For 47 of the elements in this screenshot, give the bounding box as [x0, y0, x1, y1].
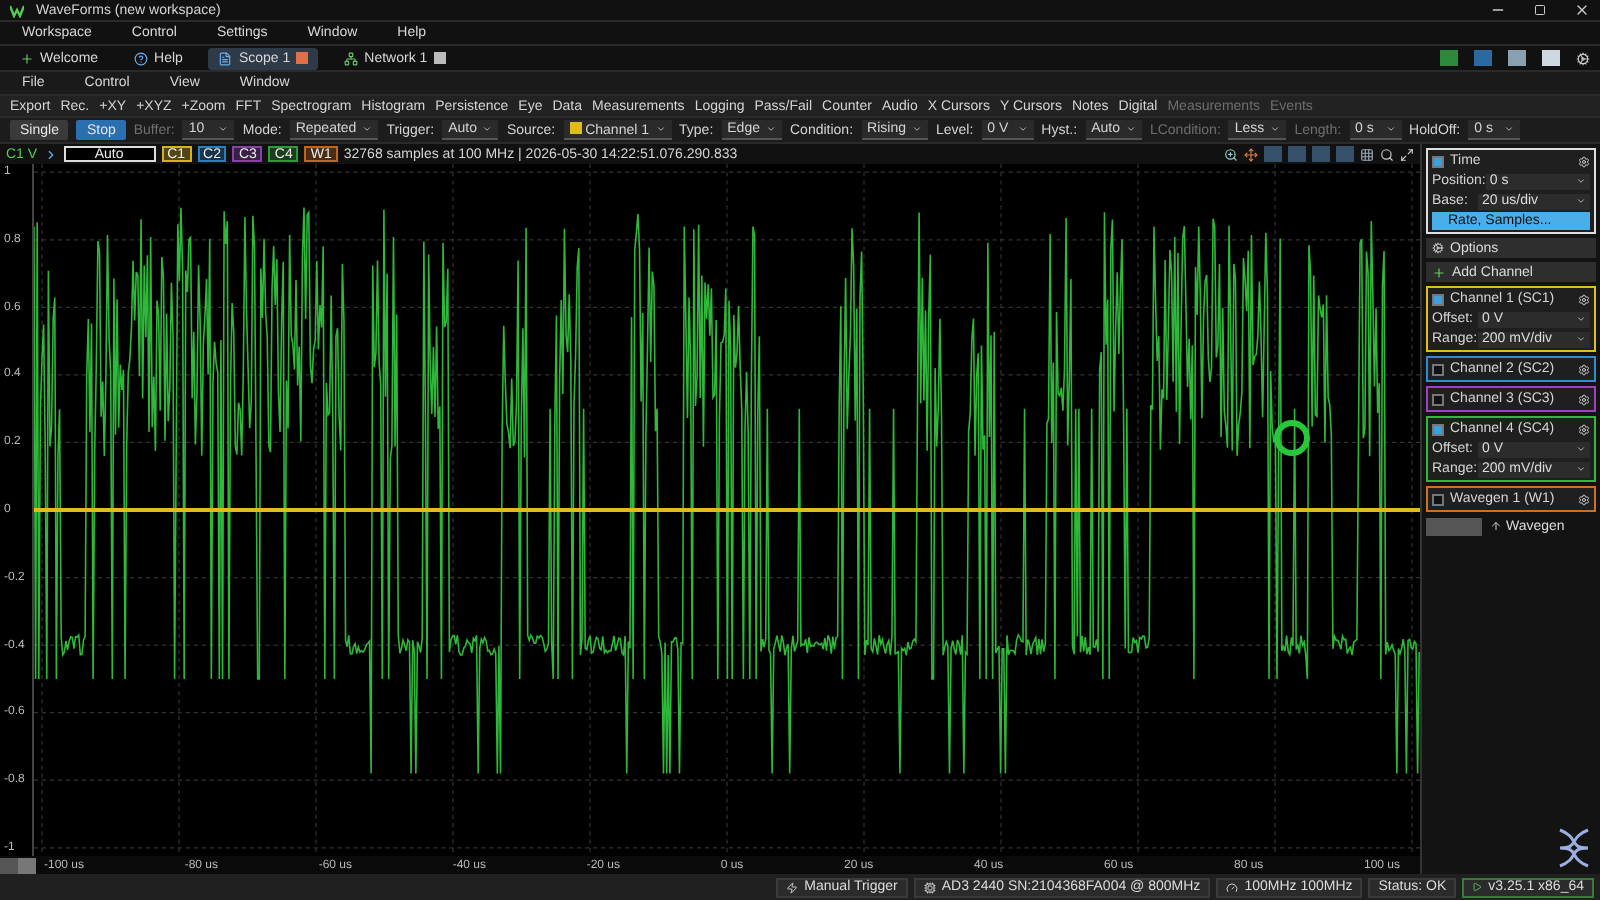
settings-icon[interactable]	[1578, 493, 1590, 505]
maximize-icon[interactable]	[1400, 147, 1414, 161]
zoom-icon[interactable]	[1224, 147, 1238, 161]
maximize-icon[interactable]	[1534, 4, 1546, 16]
grid-icon[interactable]	[1360, 147, 1374, 161]
color-swatch	[569, 121, 582, 133]
caret-icon	[218, 124, 229, 134]
channel-checkbox[interactable]	[1432, 393, 1444, 405]
lightning-icon	[786, 881, 799, 893]
plus-icon	[1432, 265, 1446, 279]
settings-icon[interactable]	[1578, 393, 1590, 405]
caret-icon	[482, 124, 493, 134]
up-arrow-icon	[1490, 520, 1502, 532]
search-icon[interactable]	[1380, 147, 1394, 161]
click-highlight-icon	[1273, 420, 1310, 457]
caret-icon	[655, 124, 666, 134]
close-icon[interactable]	[1574, 2, 1590, 18]
network-icon	[344, 51, 359, 65]
close-icon[interactable]	[433, 52, 446, 64]
settings-icon[interactable]	[1578, 155, 1590, 167]
gear-icon	[1432, 242, 1444, 254]
settings-icon[interactable]	[1578, 293, 1590, 305]
caret-icon	[362, 124, 373, 134]
caret-icon	[911, 124, 922, 134]
plus-icon	[20, 51, 34, 65]
channel-checkbox[interactable]	[1432, 493, 1444, 505]
document-icon	[218, 51, 233, 65]
caret-icon	[1017, 124, 1028, 134]
settings-icon[interactable]	[1578, 423, 1590, 435]
caret-icon	[1125, 124, 1136, 134]
gauge-icon	[1226, 881, 1239, 893]
channel-checkbox[interactable]	[1432, 423, 1444, 435]
help-icon	[134, 51, 149, 65]
time-checkbox[interactable]	[1432, 155, 1444, 167]
caret-icon	[766, 124, 776, 134]
chevron-icon[interactable]	[43, 147, 58, 161]
caret-icon	[1504, 124, 1515, 134]
settings-icon[interactable]	[1576, 51, 1590, 65]
caret-icon	[1270, 124, 1281, 134]
app-logo-icon	[10, 3, 24, 17]
play-icon	[1472, 882, 1483, 892]
channel-checkbox[interactable]	[1432, 293, 1444, 305]
chip-icon	[923, 881, 936, 893]
settings-icon[interactable]	[1578, 363, 1590, 375]
channel-checkbox[interactable]	[1432, 363, 1444, 375]
caret-icon	[1385, 124, 1396, 134]
move-icon[interactable]	[1244, 147, 1258, 161]
